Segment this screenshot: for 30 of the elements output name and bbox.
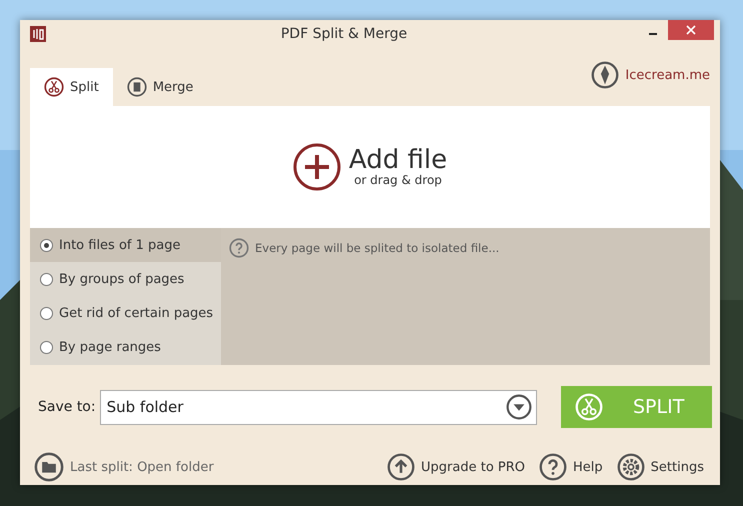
save-location-dropdown[interactable]: Sub folder [100,390,537,424]
mode-description: Every page will be splited to isolated file... [255,241,500,255]
help-icon [229,238,249,258]
scissors-icon [575,393,603,421]
window-title: PDF Split & Merge [280,26,408,42]
app-logo-icon [30,26,46,42]
split-mode-option[interactable]: By page ranges [30,330,221,364]
add-icon[interactable] [292,143,341,191]
footer-link[interactable]: Help [539,453,603,481]
tab[interactable]: Split [30,68,113,106]
split-mode-option[interactable]: Get rid of certain pages [30,296,221,330]
save-to-label: Save to: [38,399,96,415]
folder-icon [34,452,64,482]
open-folder-link[interactable]: Last split: Open folder [34,452,214,482]
add-file-title[interactable]: Add file [348,147,448,173]
footer-link[interactable]: Upgrade to PRO [387,453,526,481]
close-icon [686,25,696,35]
footer-link[interactable]: Settings [616,453,704,481]
drop-hint: or drag & drop [353,173,443,187]
split-mode-option[interactable]: Into files of 1 page [30,228,221,262]
dropdown-icon [506,394,532,420]
document-icon [126,77,147,97]
close-button[interactable] [668,20,714,40]
brand-link[interactable]: Icecream.me [591,61,710,89]
tab[interactable]: Merge [112,68,208,106]
scissors-icon [44,77,64,97]
settings-icon [616,453,645,481]
help-icon [539,453,568,481]
upload-icon [387,453,416,481]
split-mode-option[interactable]: By groups of pages [30,262,221,296]
